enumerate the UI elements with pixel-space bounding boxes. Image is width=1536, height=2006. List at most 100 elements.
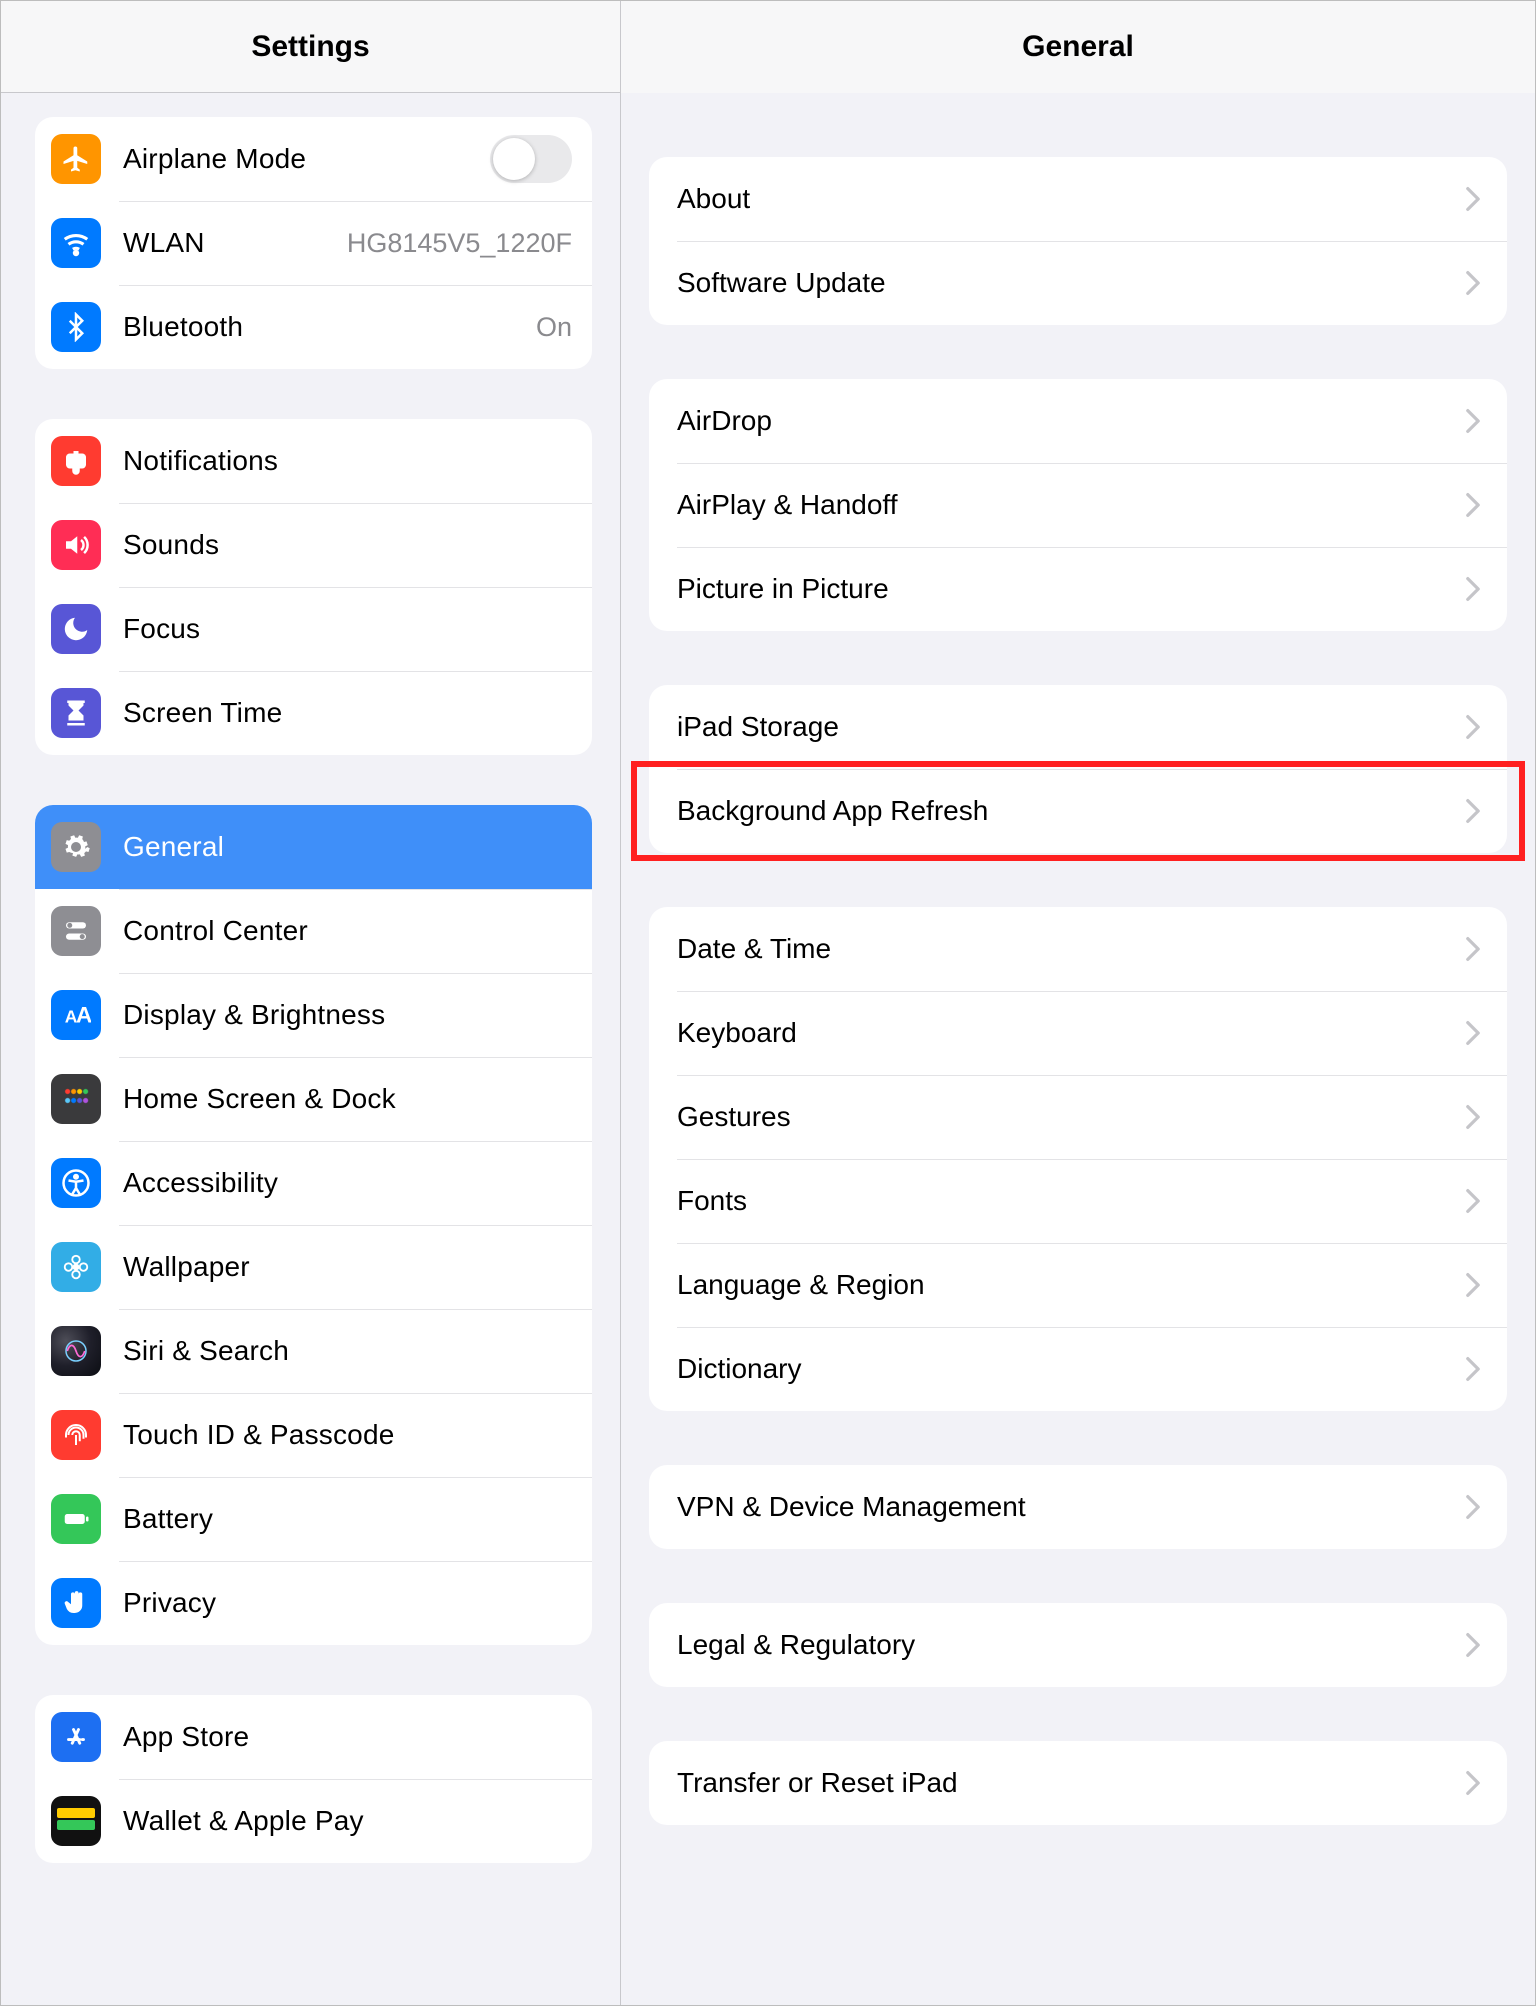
- none-icon: [51, 1796, 101, 1846]
- sidebar-item-label: Home Screen & Dock: [123, 1083, 396, 1115]
- detail-group: AboutSoftware Update: [649, 157, 1507, 325]
- sidebar-item-label: Touch ID & Passcode: [123, 1419, 395, 1451]
- chevron-right-icon: [1465, 408, 1481, 434]
- sidebar-item-airplane[interactable]: Airplane Mode: [35, 117, 592, 201]
- sidebar-item-accessibility[interactable]: Accessibility: [35, 1141, 592, 1225]
- detail-item-label: Legal & Regulatory: [677, 1629, 915, 1661]
- sidebar-item-display[interactable]: AA Display & Brightness: [35, 973, 592, 1057]
- sidebar-item-bluetooth[interactable]: BluetoothOn: [35, 285, 592, 369]
- sidebar-item-battery[interactable]: Battery: [35, 1477, 592, 1561]
- sidebar-item-general[interactable]: General: [35, 805, 592, 889]
- sidebar-item-wlan[interactable]: WLAN HG8145V5_1220F: [35, 201, 592, 285]
- speaker-icon: [51, 520, 101, 570]
- detail-item-datetime[interactable]: Date & Time: [649, 907, 1507, 991]
- sidebar-item-label: Notifications: [123, 445, 278, 477]
- detail-item-storage[interactable]: iPad Storage: [649, 685, 1507, 769]
- fingerprint-icon: [51, 1410, 101, 1460]
- sidebar-item-label: Display & Brightness: [123, 999, 385, 1031]
- hourglass-icon: [51, 688, 101, 738]
- detail-group: VPN & Device Management: [649, 1465, 1507, 1549]
- toggle-airplane[interactable]: [490, 135, 572, 183]
- chevron-right-icon: [1465, 1104, 1481, 1130]
- chevron-right-icon: [1465, 1632, 1481, 1658]
- detail-item-softwareupdate[interactable]: Software Update: [649, 241, 1507, 325]
- sidebar-item-label: Battery: [123, 1503, 213, 1535]
- sidebar-header: Settings: [1, 1, 620, 93]
- sidebar-item-sounds[interactable]: Sounds: [35, 503, 592, 587]
- detail-item-bgrefresh[interactable]: Background App Refresh: [649, 769, 1507, 853]
- detail-item-langregion[interactable]: Language & Region: [649, 1243, 1507, 1327]
- detail-item-keyboard[interactable]: Keyboard: [649, 991, 1507, 1075]
- detail-item-airdrop[interactable]: AirDrop: [649, 379, 1507, 463]
- sidebar-item-label: Wallet & Apple Pay: [123, 1805, 364, 1837]
- detail-item-airplay[interactable]: AirPlay & Handoff: [649, 463, 1507, 547]
- chevron-right-icon: [1465, 1272, 1481, 1298]
- detail-item-label: Gestures: [677, 1101, 791, 1133]
- detail-item-pip[interactable]: Picture in Picture: [649, 547, 1507, 631]
- detail-item-about[interactable]: About: [649, 157, 1507, 241]
- detail-item-label: Dictionary: [677, 1353, 801, 1385]
- sidebar-item-label: WLAN: [123, 227, 205, 259]
- chevron-right-icon: [1465, 1494, 1481, 1520]
- detail-item-gestures[interactable]: Gestures: [649, 1075, 1507, 1159]
- text-icon: AA: [51, 990, 101, 1040]
- sidebar-item-wallpaper[interactable]: Wallpaper: [35, 1225, 592, 1309]
- sidebar-item-label: Privacy: [123, 1587, 216, 1619]
- switches-icon: [51, 906, 101, 956]
- sidebar-item-label: Siri & Search: [123, 1335, 289, 1367]
- battery-icon: [51, 1494, 101, 1544]
- detail-group: AirDrop AirPlay & HandoffPicture in Pictu…: [649, 379, 1507, 631]
- sidebar-group: Airplane Mode WLAN HG8145V5_1220F Bluetooth…: [35, 117, 592, 369]
- detail-group: Transfer or Reset iPad: [649, 1741, 1507, 1825]
- detail-list[interactable]: AboutSoftware Update AirDrop AirPlay & Han…: [621, 93, 1535, 2005]
- detail-item-label: VPN & Device Management: [677, 1491, 1026, 1523]
- appstore-icon: [51, 1712, 101, 1762]
- detail-item-vpn[interactable]: VPN & Device Management: [649, 1465, 1507, 1549]
- sidebar-item-label: Accessibility: [123, 1167, 278, 1199]
- detail-item-label: Keyboard: [677, 1017, 797, 1049]
- detail-item-label: Language & Region: [677, 1269, 925, 1301]
- sidebar-item-label: Airplane Mode: [123, 143, 306, 175]
- detail-group: iPad StorageBackground App Refresh: [649, 685, 1507, 853]
- detail-item-fonts[interactable]: Fonts: [649, 1159, 1507, 1243]
- chevron-right-icon: [1465, 576, 1481, 602]
- none-icon: [51, 1074, 101, 1124]
- sidebar-group: General Control Center AA Display & Brightn…: [35, 805, 592, 1645]
- detail-item-label: Transfer or Reset iPad: [677, 1767, 958, 1799]
- sidebar-item-label: Focus: [123, 613, 200, 645]
- detail-item-label: Date & Time: [677, 933, 831, 965]
- detail-pane: General AboutSoftware UpdateAirDropAirPl…: [621, 1, 1535, 2005]
- sidebar-list[interactable]: Airplane Mode WLAN HG8145V5_1220F Bluetooth…: [1, 93, 620, 2005]
- bluetooth-icon: [51, 302, 101, 352]
- chevron-right-icon: [1465, 1356, 1481, 1382]
- detail-item-label: AirDrop: [677, 405, 772, 437]
- sidebar-item-label: Wallpaper: [123, 1251, 250, 1283]
- sidebar-item-wallet[interactable]: Wallet & Apple Pay: [35, 1779, 592, 1863]
- detail-item-transfer[interactable]: Transfer or Reset iPad: [649, 1741, 1507, 1825]
- wifi-icon: [51, 218, 101, 268]
- sidebar: Settings Airplane Mode WLAN HG8145V5_1220F…: [1, 1, 621, 2005]
- sidebar-item-homedock[interactable]: Home Screen & Dock: [35, 1057, 592, 1141]
- sidebar-item-label: App Store: [123, 1721, 249, 1753]
- sidebar-item-detail: HG8145V5_1220F: [347, 228, 572, 259]
- sidebar-item-touchid[interactable]: Touch ID & Passcode: [35, 1393, 592, 1477]
- detail-group: Legal & Regulatory: [649, 1603, 1507, 1687]
- sidebar-item-label: Screen Time: [123, 697, 282, 729]
- detail-item-dictionary[interactable]: Dictionary: [649, 1327, 1507, 1411]
- airplane-icon: [51, 134, 101, 184]
- sidebar-item-label: General: [123, 831, 224, 863]
- gear-icon: [51, 822, 101, 872]
- sidebar-item-controlcenter[interactable]: Control Center: [35, 889, 592, 973]
- accessibility-icon: [51, 1158, 101, 1208]
- sidebar-item-screentime[interactable]: Screen Time: [35, 671, 592, 755]
- sidebar-item-siri[interactable]: Siri & Search: [35, 1309, 592, 1393]
- flower-icon: [51, 1242, 101, 1292]
- sidebar-item-privacy[interactable]: Privacy: [35, 1561, 592, 1645]
- sidebar-item-appstore[interactable]: App Store: [35, 1695, 592, 1779]
- sidebar-item-detail: On: [536, 312, 572, 343]
- detail-item-legal[interactable]: Legal & Regulatory: [649, 1603, 1507, 1687]
- sidebar-item-notifications[interactable]: Notifications: [35, 419, 592, 503]
- siri-icon: [51, 1326, 101, 1376]
- sidebar-item-focus[interactable]: Focus: [35, 587, 592, 671]
- bell-icon: [51, 436, 101, 486]
